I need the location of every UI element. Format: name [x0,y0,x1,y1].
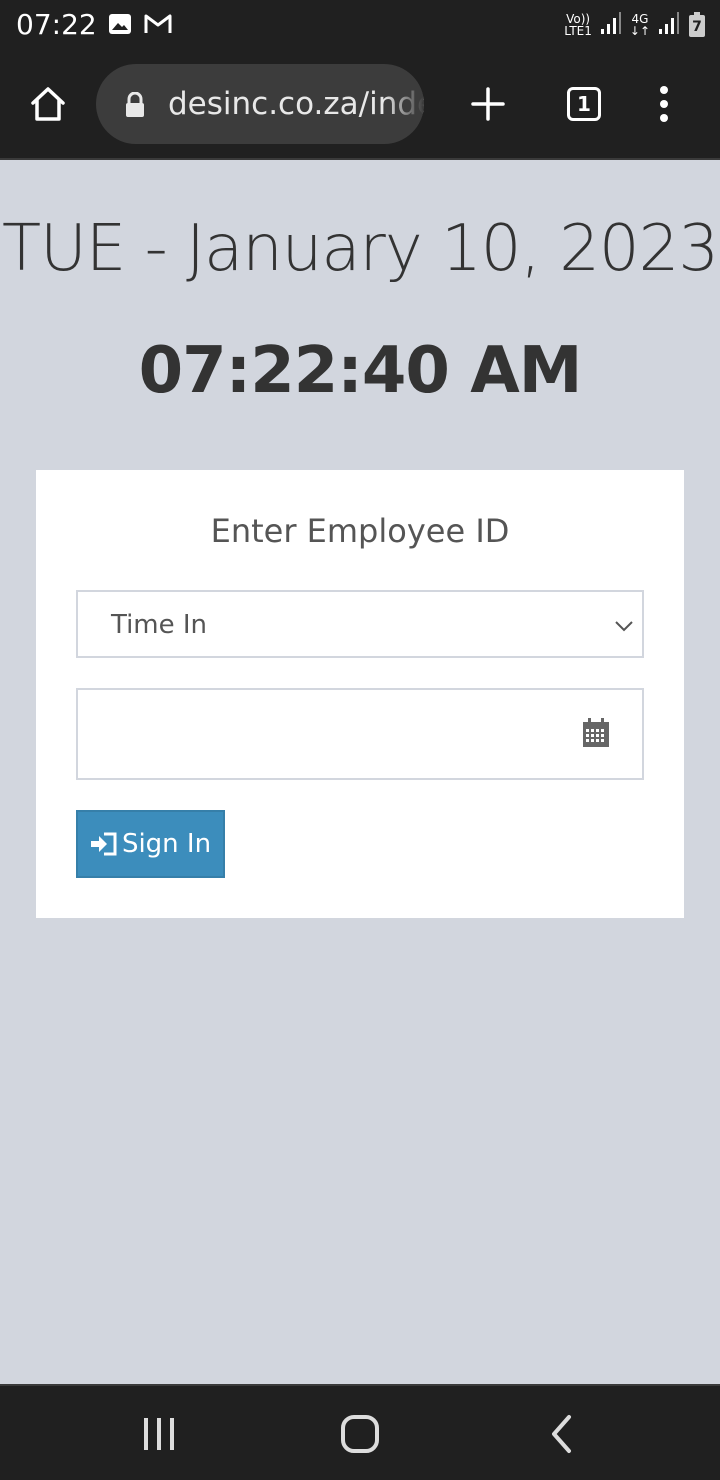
sign-in-label: Sign In [121,829,212,859]
select-value: Time In [111,610,208,640]
home-button[interactable] [18,74,78,134]
chevron-down-icon [612,614,636,643]
system-navigation-bar [0,1384,720,1480]
form-title: Enter Employee ID [210,512,510,550]
back-button[interactable] [526,1404,596,1464]
battery-level: 7 [692,19,702,35]
current-date: TUE - January 10, 2023 [1,212,719,286]
current-time: 07:22:40 AM [138,334,583,408]
network-4g-indicator: 4G ↓↑ [630,13,650,37]
calendar-icon [582,718,610,753]
battery-icon: 7 [688,12,706,38]
signal-strength-icon [600,11,622,40]
sign-in-button[interactable]: Sign In [76,810,225,878]
home-circle-icon [341,1415,379,1453]
new-tab-button[interactable] [458,74,518,134]
tab-count: 1 [567,87,601,121]
back-icon [552,1415,571,1453]
tab-switcher-button[interactable]: 1 [554,74,614,134]
gmail-notification-icon [144,12,172,41]
volte-indicator: Vo)) LTE1 [564,13,592,37]
browser-toolbar: desinc.co.za/index.php 1 [0,50,720,160]
lock-icon [124,91,146,123]
more-vertical-icon [660,86,668,122]
sign-in-icon [90,832,117,856]
home-icon [31,87,65,121]
signal-strength-2-icon [658,11,680,40]
address-bar[interactable]: desinc.co.za/index.php [96,64,424,144]
employee-signin-card: Enter Employee ID Time In Sign In [36,470,684,918]
status-time: 07:22 [16,8,97,41]
gallery-notification-icon [108,12,132,41]
recent-apps-button[interactable] [124,1404,194,1464]
plus-icon [471,87,505,121]
browser-menu-button[interactable] [634,74,694,134]
data-arrows-icon: ↓↑ [629,24,650,38]
employee-id-input[interactable] [76,688,644,780]
recent-apps-icon [144,1418,174,1450]
status-bar: 07:22 Vo)) LTE1 4G ↓↑ 7 [0,0,720,50]
lte-label: LTE1 [564,24,592,38]
url-fade [384,64,424,144]
home-nav-button[interactable] [325,1404,395,1464]
attendance-mode-select[interactable]: Time In [76,590,644,658]
